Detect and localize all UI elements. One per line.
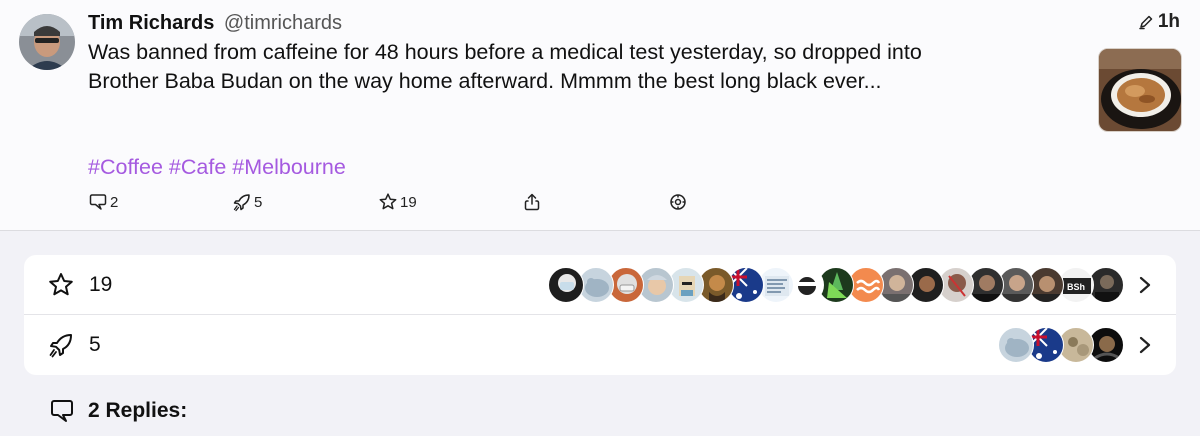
boosts-row[interactable]: 5 — [24, 315, 1176, 375]
more-button[interactable] — [668, 192, 688, 212]
svg-text:BSh: BSh — [1067, 282, 1085, 292]
hashtag-melbourne[interactable]: #Melbourne — [232, 153, 346, 182]
avatar — [548, 266, 584, 303]
chevron-right-icon[interactable] — [1138, 335, 1152, 355]
post-card[interactable]: Tim Richards @timrichards 1h Was banned … — [0, 0, 1200, 231]
favourited-by-avatars[interactable]: BSh — [548, 266, 1124, 303]
replies-header: 2 Replies: — [48, 397, 187, 425]
media-thumbnail[interactable] — [1098, 48, 1182, 132]
favourites-row[interactable]: 19 BSh — [24, 255, 1176, 315]
star-icon — [379, 193, 397, 210]
share-icon — [524, 193, 540, 211]
favourite-count: 19 — [400, 193, 417, 211]
replies-label: 2 Replies: — [88, 399, 188, 422]
post-time: 1h — [1138, 11, 1180, 33]
boosts-count: 5 — [89, 333, 101, 356]
post-actions: 2 5 19 — [88, 192, 1200, 216]
favourites-count: 19 — [89, 272, 113, 296]
boost-count: 5 — [254, 193, 263, 211]
boost-icon — [233, 194, 250, 212]
chevron-right-icon[interactable] — [1138, 275, 1152, 295]
share-button[interactable] — [522, 192, 542, 212]
more-icon — [670, 194, 686, 210]
time-ago: 1h — [1157, 11, 1180, 32]
reply-icon — [51, 400, 73, 422]
star-icon — [49, 272, 73, 295]
author-avatar[interactable] — [19, 14, 75, 70]
author-handle[interactable]: @timrichards — [224, 12, 342, 34]
interaction-stats-card: 19 BSh 5 — [24, 255, 1176, 375]
hashtags: #Coffee #Cafe #Melbourne — [88, 153, 346, 182]
boost-icon — [49, 334, 72, 358]
author-name[interactable]: Tim Richards — [88, 12, 214, 34]
hashtag-coffee[interactable]: #Coffee — [88, 153, 163, 182]
pencil-icon — [1139, 15, 1153, 30]
reply-icon — [89, 194, 107, 210]
hashtag-cafe[interactable]: #Cafe — [169, 153, 226, 182]
reply-count: 2 — [110, 193, 119, 211]
boost-button[interactable]: 5 — [232, 192, 262, 212]
boosted-by-avatars[interactable] — [998, 327, 1124, 363]
favourite-button[interactable]: 19 — [378, 192, 417, 212]
reply-button[interactable]: 2 — [88, 192, 118, 212]
post-text: Was banned from caffeine for 48 hours be… — [88, 40, 922, 93]
avatar — [998, 327, 1034, 363]
author-line: Tim Richards @timrichards — [88, 10, 342, 36]
